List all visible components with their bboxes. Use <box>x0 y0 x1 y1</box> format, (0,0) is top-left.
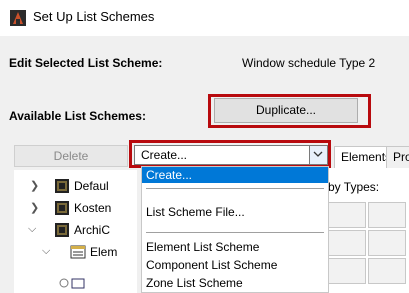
available-schemes-label: Available List Schemes: <box>9 109 146 123</box>
types-panel: by Types: <box>328 168 409 293</box>
tree-item[interactable]: ❯ Kosten <box>14 200 137 220</box>
create-dropdown-menu: Create... List Scheme File... Element Li… <box>141 166 329 293</box>
chevron-right-icon[interactable]: ❯ <box>30 179 39 192</box>
tree-item-label: Elem <box>90 245 118 259</box>
menu-item-component-list-scheme[interactable]: Component List Scheme <box>142 257 328 273</box>
tree-item-label: Kosten <box>74 201 112 215</box>
tab-properties[interactable]: Pro <box>386 146 409 168</box>
archicad-app-icon <box>10 10 26 26</box>
tree-item[interactable]: ⌵ Elem <box>14 244 137 264</box>
type-cell[interactable] <box>368 230 406 256</box>
type-cell[interactable] <box>328 202 366 228</box>
tree-item[interactable]: ⌵ ArchiC <box>14 222 137 242</box>
create-highlight-box <box>129 140 331 168</box>
chevron-down-icon[interactable]: ⌵ <box>42 245 50 258</box>
chevron-down-icon[interactable]: ⌵ <box>28 223 36 236</box>
sub-item-icon <box>59 278 85 289</box>
menu-item-zone-list-scheme[interactable]: Zone List Scheme <box>142 275 328 291</box>
chevron-right-icon[interactable]: ❯ <box>30 201 39 214</box>
folder-icon <box>55 201 69 215</box>
type-cell[interactable] <box>368 202 406 228</box>
tree-item[interactable]: ❯ Defaul <box>14 178 137 198</box>
menu-item-create[interactable]: Create... <box>142 167 328 183</box>
edit-selected-label: Edit Selected List Scheme: <box>9 56 163 70</box>
folder-icon <box>55 223 69 237</box>
delete-button[interactable]: Delete <box>14 145 128 167</box>
window-title: Set Up List Schemes <box>33 9 155 24</box>
selected-scheme-name: Window schedule Type 2 <box>242 56 376 70</box>
scheme-tree: ❯ Defaul ❯ Kosten ⌵ ArchiC ⌵ Elem <box>14 170 137 293</box>
type-cell[interactable] <box>368 258 406 284</box>
type-cell[interactable] <box>328 258 366 284</box>
type-cell[interactable] <box>328 230 366 256</box>
by-types-label: by Types: <box>328 180 380 194</box>
folder-icon <box>55 179 69 193</box>
menu-item-element-list-scheme[interactable]: Element List Scheme <box>142 239 328 255</box>
tree-item-label: Defaul <box>74 179 109 193</box>
duplicate-highlight-box <box>208 94 371 128</box>
menu-separator <box>146 188 324 189</box>
menu-separator <box>146 232 324 233</box>
title-bar: Set Up List Schemes <box>0 0 409 36</box>
element-list-icon <box>70 245 86 259</box>
menu-item-list-scheme-file[interactable]: List Scheme File... <box>142 204 328 220</box>
tree-item-label: ArchiC <box>74 223 111 237</box>
